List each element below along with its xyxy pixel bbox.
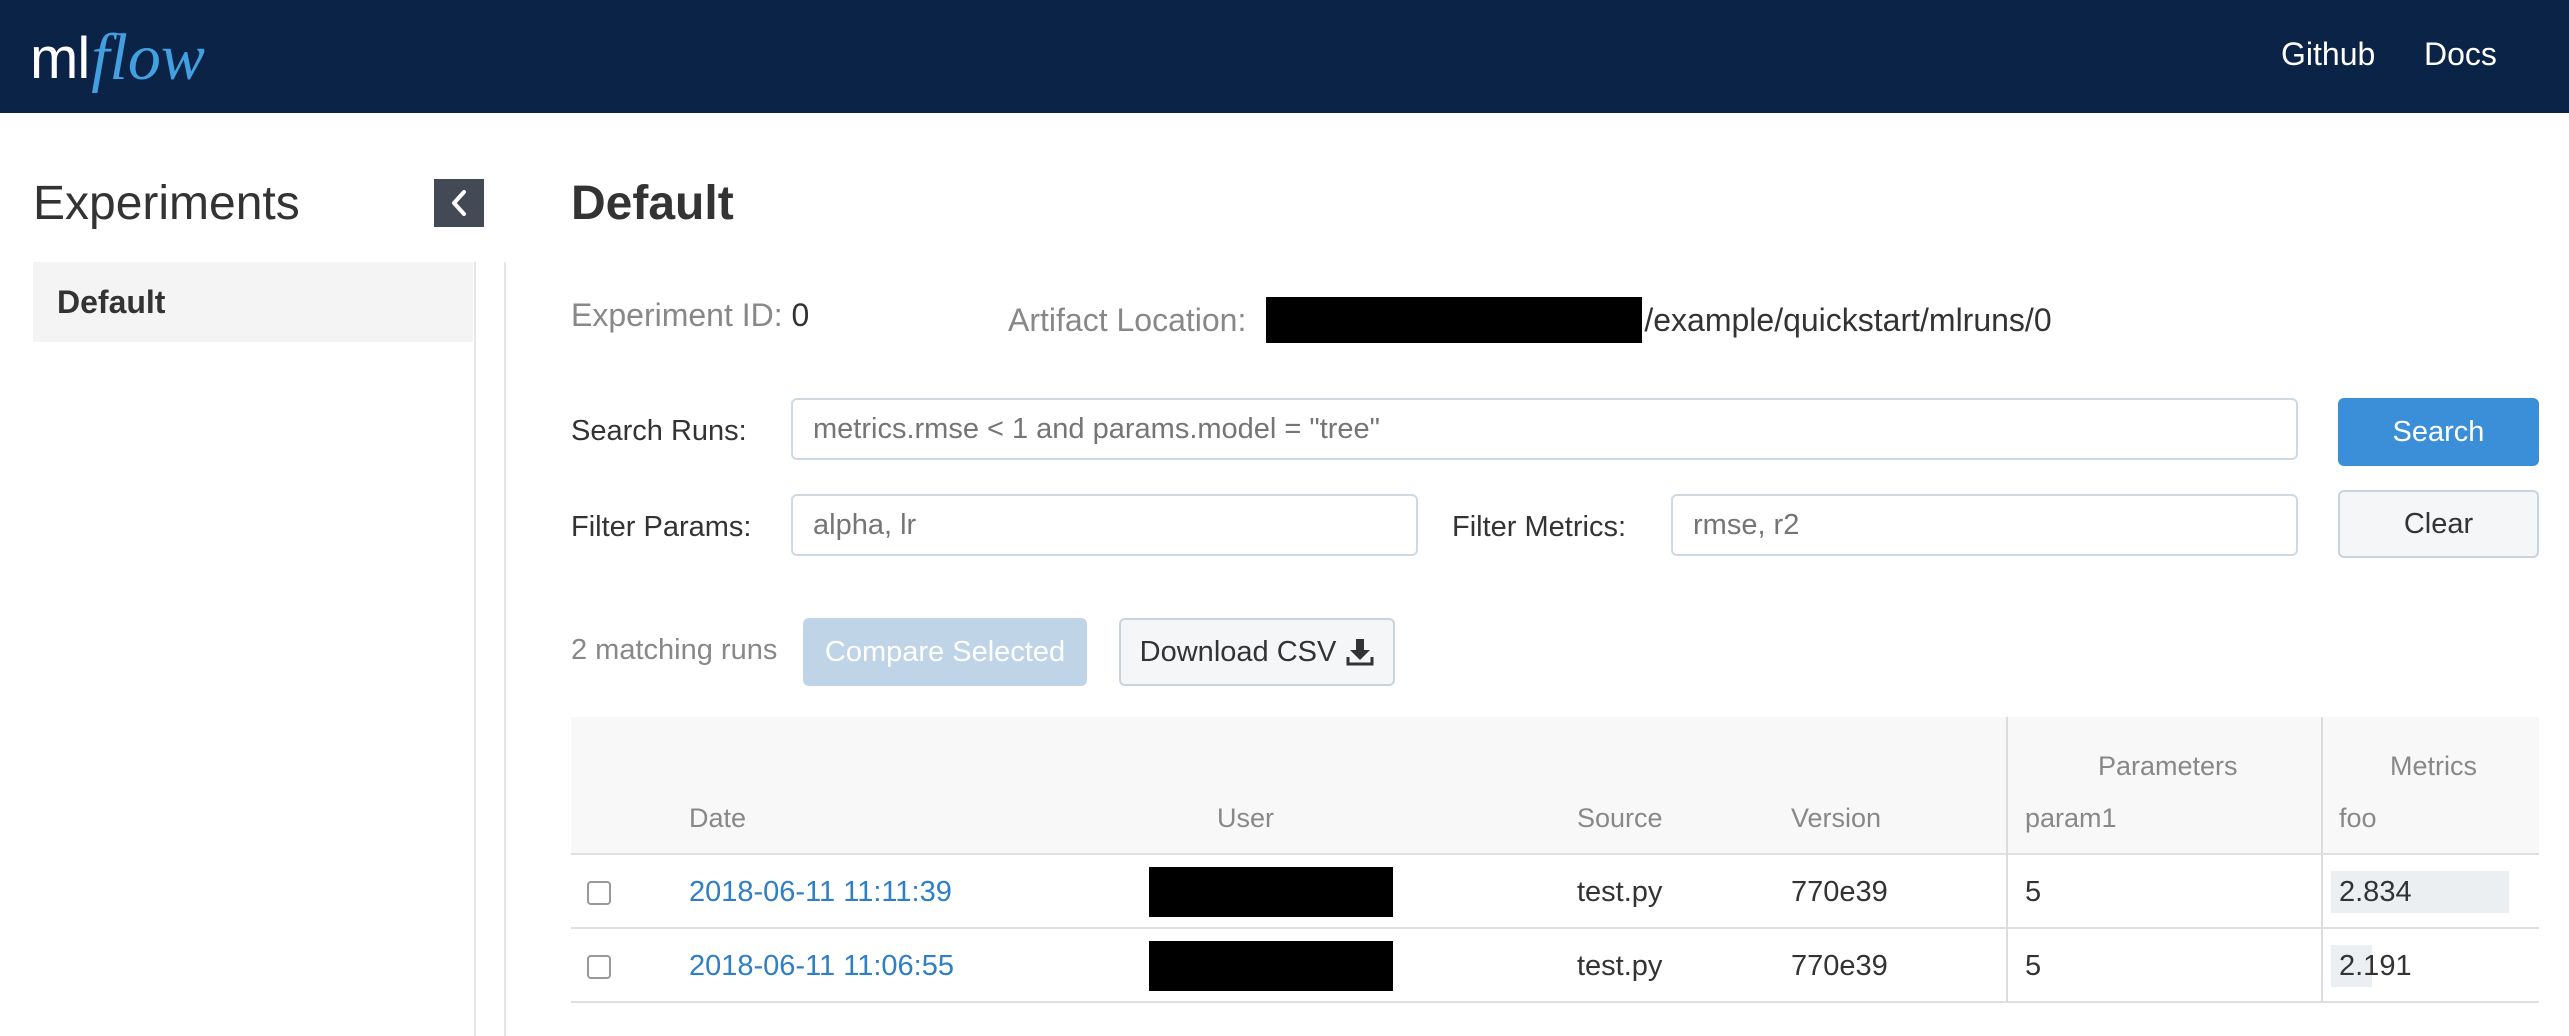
column-header-param1[interactable]: param1 xyxy=(2025,803,2117,834)
runs-table: Parameters Metrics Date User Source Vers… xyxy=(571,717,2539,1003)
download-csv-button[interactable]: Download CSV xyxy=(1119,618,1395,686)
page-title: Default xyxy=(571,177,734,230)
nav-github-link[interactable]: Github xyxy=(2281,36,2375,73)
sidebar-scrollbar[interactable] xyxy=(474,262,506,1036)
artifact-location-label: Artifact Location: xyxy=(1008,301,1247,338)
run-date-link[interactable]: 2018-06-11 11:06:55 xyxy=(689,929,954,1003)
filter-params-label: Filter Params: xyxy=(571,511,752,543)
experiment-id-label: Experiment ID: xyxy=(571,297,783,333)
search-runs-input[interactable] xyxy=(791,398,2298,460)
column-header-version[interactable]: Version xyxy=(1791,803,1881,834)
artifact-location-info: Artifact Location: /example/quickstart/m… xyxy=(1008,297,2052,343)
clear-button[interactable]: Clear xyxy=(2338,490,2539,558)
column-divider xyxy=(2321,929,2323,1003)
column-divider xyxy=(2321,717,2323,855)
column-divider xyxy=(2006,929,2008,1003)
redacted-block xyxy=(1266,297,1643,343)
chevron-left-icon xyxy=(452,190,466,216)
run-version: 770e39 xyxy=(1791,950,1888,982)
filter-params-input[interactable] xyxy=(791,494,1418,556)
run-source: test.py xyxy=(1577,950,1663,982)
filter-metrics-input[interactable] xyxy=(1671,494,2298,556)
logo-flow-text: flow xyxy=(91,21,205,94)
table-row: 2018-06-11 11:06:55 test.py 770e39 5 2.1… xyxy=(571,929,2539,1003)
row-select-checkbox[interactable] xyxy=(587,955,611,979)
search-runs-label: Search Runs: xyxy=(571,415,747,447)
artifact-location-value: /example/quickstart/mlruns/0 xyxy=(1644,301,2052,338)
run-source: test.py xyxy=(1577,876,1663,908)
nav-docs-link[interactable]: Docs xyxy=(2424,36,2497,73)
run-date-link[interactable]: 2018-06-11 11:11:39 xyxy=(689,855,952,929)
run-version: 770e39 xyxy=(1791,876,1888,908)
sidebar-item-default[interactable]: Default xyxy=(33,262,473,342)
download-icon xyxy=(1346,639,1374,666)
run-metric-foo: 2.834 xyxy=(2339,876,2412,908)
run-param1: 5 xyxy=(2025,876,2042,908)
search-button[interactable]: Search xyxy=(2338,398,2539,466)
redacted-user xyxy=(1149,867,1393,917)
column-header-date[interactable]: Date xyxy=(689,803,746,834)
experiment-id-info: Experiment ID: 0 xyxy=(571,297,809,334)
run-metric-foo: 2.191 xyxy=(2339,950,2412,982)
redacted-user xyxy=(1149,941,1393,991)
logo-ml-text: ml xyxy=(30,25,90,91)
top-nav-bar: ml flow Github Docs xyxy=(0,0,2569,113)
experiment-id-value: 0 xyxy=(791,297,810,333)
metrics-group-header: Metrics xyxy=(2390,751,2477,781)
sidebar-title: Experiments xyxy=(33,177,300,230)
mlflow-logo[interactable]: ml flow xyxy=(30,8,205,108)
run-param1: 5 xyxy=(2025,950,2042,982)
compare-selected-button[interactable]: Compare Selected xyxy=(803,618,1087,686)
column-header-user[interactable]: User xyxy=(1217,803,1274,834)
download-csv-label: Download CSV xyxy=(1139,635,1337,668)
column-divider xyxy=(2321,855,2323,929)
collapse-sidebar-button[interactable] xyxy=(434,179,484,227)
table-header: Parameters Metrics Date User Source Vers… xyxy=(571,717,2539,855)
column-header-foo[interactable]: foo xyxy=(2339,803,2377,834)
row-select-checkbox[interactable] xyxy=(587,881,611,905)
table-row: 2018-06-11 11:11:39 test.py 770e39 5 2.8… xyxy=(571,855,2539,929)
filter-metrics-label: Filter Metrics: xyxy=(1452,511,1626,543)
column-header-source[interactable]: Source xyxy=(1577,803,1663,834)
parameters-group-header: Parameters xyxy=(2098,751,2238,781)
column-divider xyxy=(2006,855,2008,929)
column-divider xyxy=(2006,717,2008,855)
matching-runs-count: 2 matching runs xyxy=(571,634,778,666)
